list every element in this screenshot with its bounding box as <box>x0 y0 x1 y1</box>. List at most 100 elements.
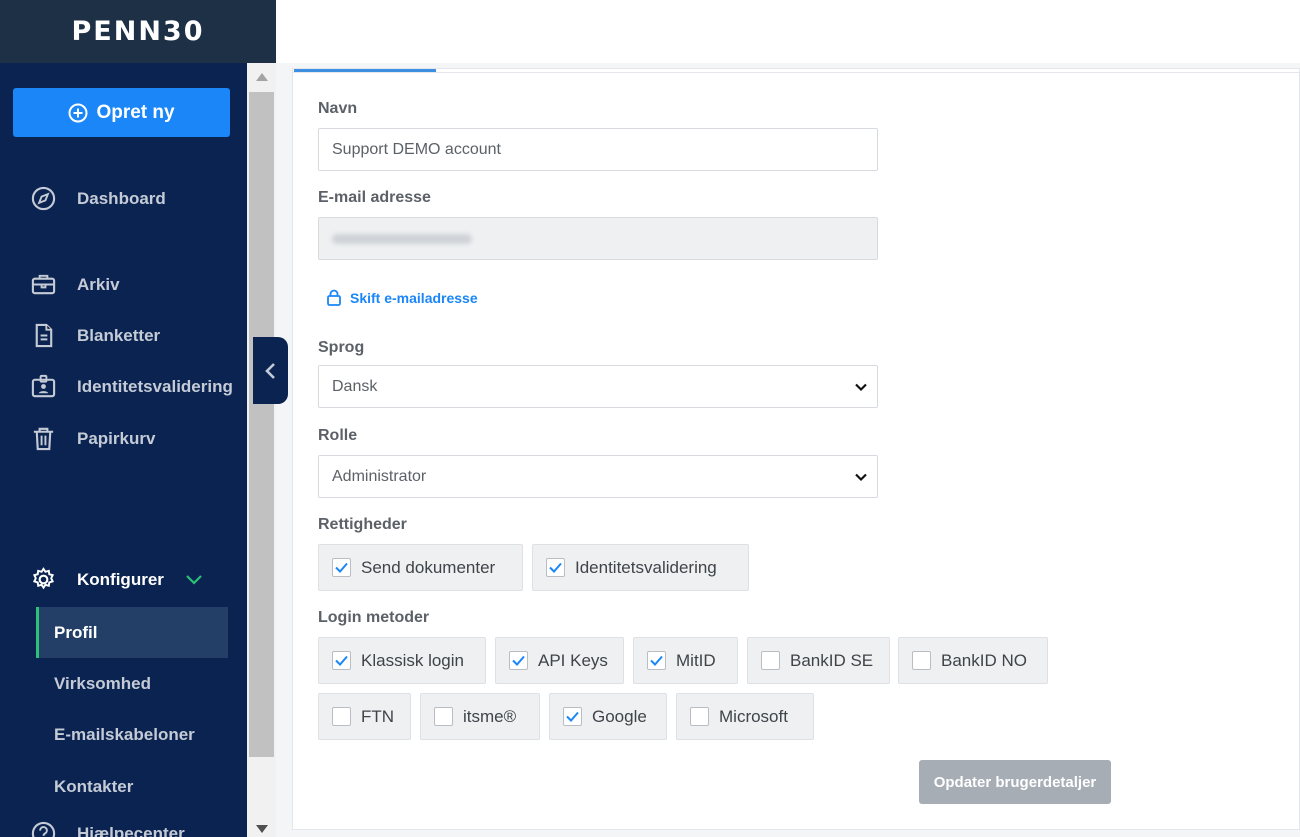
checkbox-box <box>647 651 666 670</box>
top-header <box>276 0 1300 63</box>
login-google-checkbox[interactable]: Google <box>549 693 667 740</box>
sub-item-label: Kontakter <box>54 776 134 796</box>
check-icon <box>335 562 348 573</box>
login-bankid-se-checkbox[interactable]: BankID SE <box>747 637 890 684</box>
plus-circle-icon <box>68 103 88 122</box>
tab-divider <box>292 72 1300 73</box>
trash-icon <box>33 427 54 451</box>
login-ftn-checkbox[interactable]: FTN <box>318 693 411 740</box>
checkbox-label: BankID SE <box>790 650 874 670</box>
login-mitid-checkbox[interactable]: MitID <box>633 637 738 684</box>
id-badge-icon <box>31 374 56 398</box>
chevron-left-icon <box>264 362 275 379</box>
logo[interactable]: PENN30 <box>0 0 276 63</box>
sub-item-label: Virksomhed <box>54 673 152 693</box>
checkbox-box <box>563 707 582 726</box>
login-api-keys-checkbox[interactable]: API Keys <box>495 637 624 684</box>
language-select[interactable]: Dansk <box>318 365 878 408</box>
checkbox-label: FTN <box>361 706 395 726</box>
scroll-up-arrow-icon[interactable] <box>256 73 268 81</box>
nav-item-blanketter[interactable]: Blanketter <box>30 322 160 349</box>
nav-label: Arkiv <box>77 274 120 294</box>
checkbox-box <box>509 651 528 670</box>
checkbox-label: Identitetsvalidering <box>575 557 717 577</box>
name-value: Support DEMO account <box>332 140 501 158</box>
role-value: Administrator <box>332 467 427 485</box>
login-microsoft-checkbox[interactable]: Microsoft <box>676 693 814 740</box>
check-icon <box>549 562 562 573</box>
sidebar-sub-item-e-mailskabeloner[interactable]: E-mailskabeloner <box>36 709 228 760</box>
nav-label: Papirkurv <box>77 428 156 448</box>
checkbox-box <box>332 558 351 577</box>
email-label: E-mail adresse <box>318 189 431 206</box>
nav-item-identitetsvalidering[interactable]: Identitetsvalidering <box>30 373 233 400</box>
checkbox-box <box>332 651 351 670</box>
name-label: Navn <box>318 100 358 117</box>
right-identity-validation-checkbox[interactable]: Identitetsvalidering <box>532 544 749 591</box>
sidebar-sub-item-kontakter[interactable]: Kontakter <box>36 761 228 812</box>
checkbox-label: itsme® <box>463 706 517 726</box>
nav-label: Dashboard <box>77 188 166 208</box>
tab-active-indicator <box>294 69 436 72</box>
scroll-down-arrow-icon[interactable] <box>256 825 268 833</box>
checkbox-label: MitID <box>676 650 716 670</box>
right-send-documents-checkbox[interactable]: Send dokumenter <box>318 544 523 591</box>
nav-item-help-center[interactable]: Hjælpecenter <box>30 820 185 837</box>
sub-item-label: E-mailskabeloner <box>54 724 195 744</box>
rights-label: Rettigheder <box>318 516 407 533</box>
compass-icon <box>31 186 56 211</box>
check-icon <box>566 711 579 722</box>
checkbox-box <box>761 651 780 670</box>
checkbox-label: Google <box>592 706 647 726</box>
collapse-sidebar-button[interactable] <box>253 337 288 404</box>
chevron-down-icon <box>186 574 202 585</box>
nav-label: Hjælpecenter <box>77 823 185 837</box>
nav-item-arkiv[interactable]: Arkiv <box>30 271 120 298</box>
chevron-down-icon <box>855 383 867 392</box>
sidebar: Opret ny Dashboard Arkiv Blanketter Iden… <box>0 0 247 837</box>
change-email-label: Skift e-mailadresse <box>350 289 478 306</box>
change-email-link[interactable]: Skift e-mailadresse <box>326 289 478 306</box>
checkbox-box <box>546 558 565 577</box>
scrollbar-thumb[interactable] <box>249 92 274 757</box>
nav-item-konfigurer[interactable]: Konfigurer <box>30 566 202 593</box>
checkbox-label: Send dokumenter <box>361 557 496 577</box>
checkbox-label: BankID NO <box>941 650 1027 670</box>
checkbox-box <box>690 707 709 726</box>
language-value: Dansk <box>332 377 378 395</box>
login-methods-label: Login metoder <box>318 609 430 626</box>
checkbox-label: Klassisk login <box>361 650 464 670</box>
check-icon <box>650 655 663 666</box>
nav-label: Identitetsvalidering <box>77 376 233 396</box>
name-field[interactable]: Support DEMO account <box>318 128 878 171</box>
gear-icon <box>32 567 55 590</box>
update-user-details-button[interactable]: Opdater brugerdetaljer <box>919 760 1111 804</box>
check-icon <box>335 655 348 666</box>
email-field <box>318 217 878 260</box>
nav-item-dashboard[interactable]: Dashboard <box>30 185 166 212</box>
nav-label: Blanketter <box>77 325 161 345</box>
chevron-down-icon <box>855 473 867 482</box>
checkbox-box <box>912 651 931 670</box>
checkbox-box <box>434 707 453 726</box>
create-new-label: Opret ny <box>96 101 175 123</box>
checkbox-box <box>332 707 351 726</box>
help-circle-icon <box>31 821 56 837</box>
email-redacted <box>332 233 472 244</box>
role-select[interactable]: Administrator <box>318 455 878 498</box>
nav-item-papirkurv[interactable]: Papirkurv <box>30 425 155 452</box>
check-icon <box>512 655 525 666</box>
document-icon <box>35 323 53 348</box>
create-new-button[interactable]: Opret ny <box>13 88 230 137</box>
checkbox-label: API Keys <box>538 650 608 670</box>
checkbox-label: Microsoft <box>719 706 788 726</box>
nav-label: Konfigurer <box>77 569 164 589</box>
login-classic-checkbox[interactable]: Klassisk login <box>318 637 486 684</box>
sub-item-label: Profil <box>54 622 98 642</box>
login-itsme-checkbox[interactable]: itsme® <box>420 693 540 740</box>
briefcase-icon <box>31 274 56 295</box>
login-bankid-no-checkbox[interactable]: BankID NO <box>898 637 1048 684</box>
sidebar-sub-item-virksomhed[interactable]: Virksomhed <box>36 658 228 709</box>
role-label: Rolle <box>318 427 358 444</box>
sidebar-sub-item-profil[interactable]: Profil <box>36 607 228 658</box>
